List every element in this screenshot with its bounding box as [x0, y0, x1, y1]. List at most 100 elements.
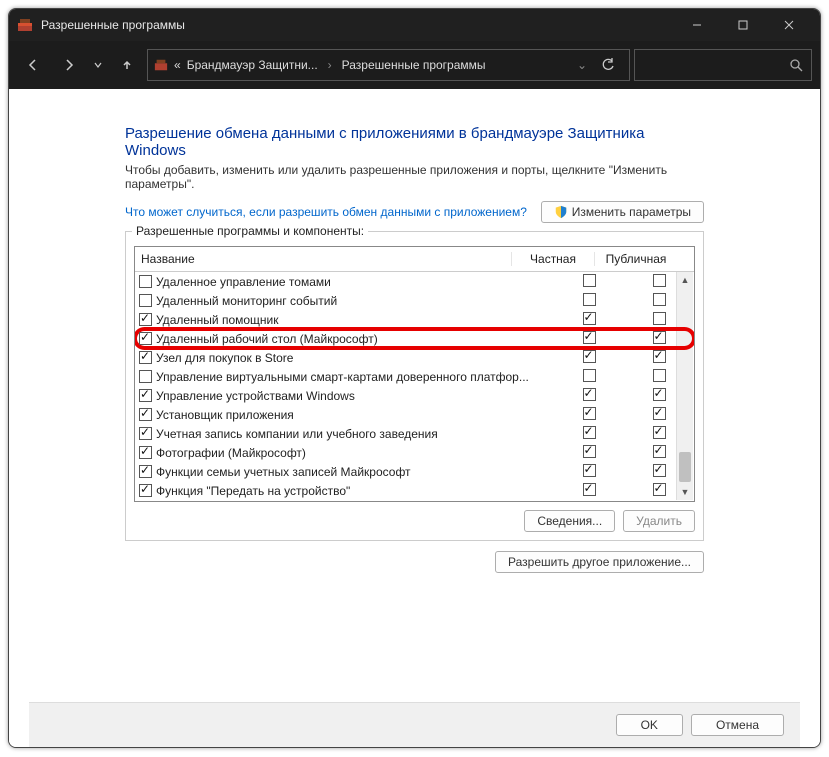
row-enable-checkbox[interactable]	[139, 484, 152, 497]
public-checkbox[interactable]	[653, 388, 666, 401]
public-checkbox[interactable]	[653, 274, 666, 287]
table-row[interactable]: Функция "Передать на устройство"	[135, 481, 694, 500]
public-checkbox[interactable]	[653, 445, 666, 458]
public-checkbox[interactable]	[653, 426, 666, 439]
search-icon	[789, 58, 803, 72]
private-checkbox[interactable]	[583, 464, 596, 477]
row-label: Функции семьи учетных записей Майкрософт	[156, 465, 411, 479]
change-settings-label: Изменить параметры	[572, 205, 691, 219]
cancel-button[interactable]: Отмена	[691, 714, 784, 736]
maximize-button[interactable]	[720, 9, 766, 41]
scroll-down-icon[interactable]: ▼	[677, 484, 693, 500]
delete-button[interactable]: Удалить	[623, 510, 695, 532]
private-checkbox[interactable]	[583, 407, 596, 420]
address-bar[interactable]: « Брандмауэр Защитни... › Разрешенные пр…	[147, 49, 630, 81]
page-title: Разрешение обмена данными с приложениями…	[125, 125, 704, 159]
window-title: Разрешенные программы	[41, 18, 666, 32]
breadcrumb-level1[interactable]: Брандмауэр Защитни...	[187, 58, 318, 72]
table-row[interactable]: Установщик приложения	[135, 405, 694, 424]
firewall-icon	[154, 58, 168, 72]
private-checkbox[interactable]	[583, 350, 596, 363]
scroll-up-icon[interactable]: ▲	[677, 272, 693, 288]
table-row[interactable]: Узел для покупок в Store	[135, 348, 694, 367]
up-button[interactable]	[111, 49, 143, 81]
allow-other-app-button[interactable]: Разрешить другое приложение...	[495, 551, 704, 573]
window-frame: Разрешенные программы	[8, 8, 821, 748]
row-enable-checkbox[interactable]	[139, 332, 152, 345]
table-row[interactable]: Учетная запись компании или учебного зав…	[135, 424, 694, 443]
private-checkbox[interactable]	[583, 483, 596, 496]
ok-button[interactable]: OK	[616, 714, 683, 736]
change-settings-button[interactable]: Изменить параметры	[541, 201, 704, 223]
row-enable-checkbox[interactable]	[139, 370, 152, 383]
public-checkbox[interactable]	[653, 464, 666, 477]
public-checkbox[interactable]	[653, 407, 666, 420]
private-checkbox[interactable]	[583, 331, 596, 344]
col-private[interactable]: Частная	[511, 252, 594, 266]
row-enable-checkbox[interactable]	[139, 275, 152, 288]
table-row[interactable]: Удаленный мониторинг событий	[135, 291, 694, 310]
row-label: Управление устройствами Windows	[156, 389, 355, 403]
row-enable-checkbox[interactable]	[139, 351, 152, 364]
private-checkbox[interactable]	[583, 426, 596, 439]
public-checkbox[interactable]	[653, 369, 666, 382]
row-enable-checkbox[interactable]	[139, 313, 152, 326]
row-enable-checkbox[interactable]	[139, 427, 152, 440]
row-label: Фотографии (Майкрософт)	[156, 446, 306, 460]
chevron-right-icon: ›	[324, 58, 336, 72]
row-enable-checkbox[interactable]	[139, 446, 152, 459]
table-row[interactable]: Удаленный помощник	[135, 310, 694, 329]
title-bar: Разрешенные программы	[9, 9, 820, 41]
table-row[interactable]: Управление виртуальными смарт-картами до…	[135, 367, 694, 386]
minimize-button[interactable]	[674, 9, 720, 41]
details-button[interactable]: Сведения...	[524, 510, 615, 532]
uac-shield-icon	[554, 205, 568, 219]
table-row[interactable]: Функции семьи учетных записей Майкрософт	[135, 462, 694, 481]
row-label: Удаленный мониторинг событий	[156, 294, 337, 308]
row-enable-checkbox[interactable]	[139, 294, 152, 307]
chevron-down-icon[interactable]: ⌄	[577, 58, 587, 72]
search-box[interactable]	[634, 49, 812, 81]
nav-bar: « Брандмауэр Защитни... › Разрешенные пр…	[9, 41, 820, 89]
public-checkbox[interactable]	[653, 350, 666, 363]
back-button[interactable]	[17, 49, 49, 81]
apps-table: Название Частная Публичная Удаленное упр…	[134, 246, 695, 502]
breadcrumb-level2[interactable]: Разрешенные программы	[342, 58, 486, 72]
row-enable-checkbox[interactable]	[139, 408, 152, 421]
private-checkbox[interactable]	[583, 312, 596, 325]
col-name[interactable]: Название	[135, 252, 511, 266]
row-enable-checkbox[interactable]	[139, 389, 152, 402]
public-checkbox[interactable]	[653, 293, 666, 306]
row-label: Удаленный рабочий стол (Майкрософт)	[156, 332, 378, 346]
private-checkbox[interactable]	[583, 293, 596, 306]
close-button[interactable]	[766, 9, 812, 41]
private-checkbox[interactable]	[583, 274, 596, 287]
row-label: Удаленное управление томами	[156, 275, 331, 289]
row-label: Удаленный помощник	[156, 313, 279, 327]
public-checkbox[interactable]	[653, 331, 666, 344]
help-link[interactable]: Что может случиться, если разрешить обме…	[125, 205, 527, 219]
app-icon	[17, 17, 33, 33]
dialog-footer: OK Отмена	[29, 702, 800, 747]
recent-dropdown[interactable]	[89, 49, 107, 81]
row-enable-checkbox[interactable]	[139, 465, 152, 478]
public-checkbox[interactable]	[653, 483, 666, 496]
private-checkbox[interactable]	[583, 445, 596, 458]
table-row[interactable]: Удаленный рабочий стол (Майкрософт)	[135, 329, 694, 348]
table-row[interactable]: Удаленное управление томами	[135, 272, 694, 291]
scroll-thumb[interactable]	[679, 452, 691, 482]
row-label: Узел для покупок в Store	[156, 351, 293, 365]
col-public[interactable]: Публичная	[594, 252, 677, 266]
scrollbar[interactable]: ▲ ▼	[676, 272, 693, 500]
row-label: Установщик приложения	[156, 408, 294, 422]
private-checkbox[interactable]	[583, 388, 596, 401]
group-label: Разрешенные программы и компоненты:	[132, 224, 368, 238]
row-label: Учетная запись компании или учебного зав…	[156, 427, 438, 441]
refresh-button[interactable]	[593, 58, 623, 72]
table-row[interactable]: Управление устройствами Windows	[135, 386, 694, 405]
table-row[interactable]: Фотографии (Майкрософт)	[135, 443, 694, 462]
public-checkbox[interactable]	[653, 312, 666, 325]
allowed-apps-group: Разрешенные программы и компоненты: Назв…	[125, 231, 704, 541]
private-checkbox[interactable]	[583, 369, 596, 382]
forward-button[interactable]	[53, 49, 85, 81]
